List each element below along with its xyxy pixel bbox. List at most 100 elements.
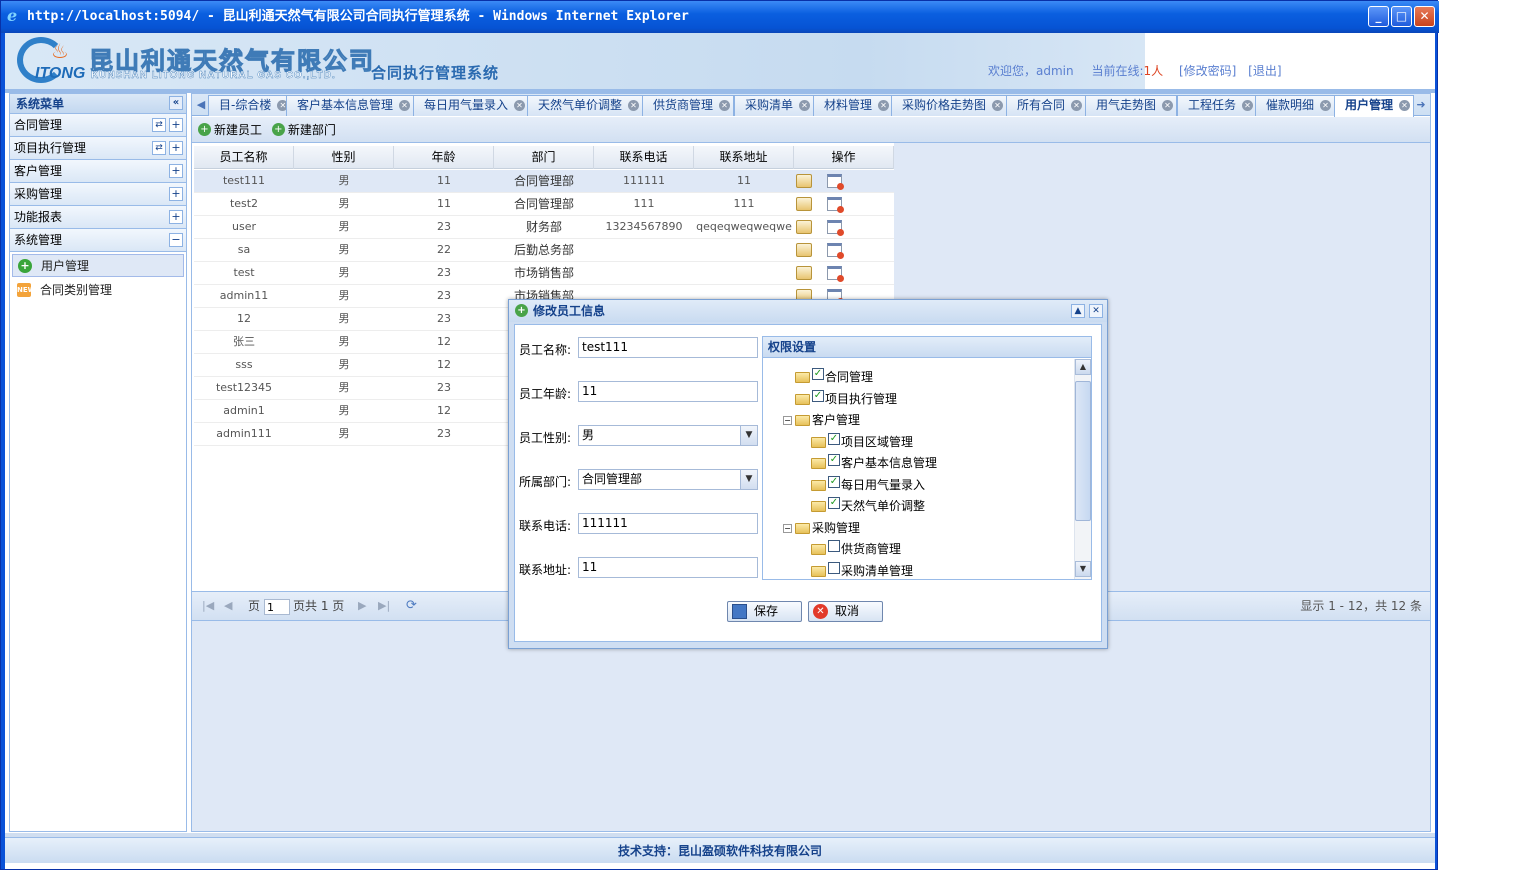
- tree-group-node[interactable]: − 客户管理: [783, 410, 860, 430]
- sidebar-group-reports[interactable]: 功能报表 +: [10, 206, 186, 229]
- sidebar-item-user-management[interactable]: + 用户管理: [12, 254, 184, 277]
- delete-icon[interactable]: [827, 220, 844, 236]
- column-header[interactable]: 操作: [794, 146, 894, 169]
- tab-scroll-right-icon[interactable]: ➜: [1414, 97, 1428, 113]
- tree-collapse-icon[interactable]: −: [783, 524, 792, 533]
- permission-checkbox[interactable]: ✓: [828, 475, 840, 488]
- tab-customer-info[interactable]: 客户基本信息管理 ✕: [286, 95, 415, 116]
- tab-close-icon[interactable]: ✕: [628, 100, 640, 111]
- permission-checkbox[interactable]: ✓: [828, 453, 840, 466]
- scroll-thumb[interactable]: [1075, 381, 1091, 521]
- delete-icon[interactable]: [827, 197, 844, 213]
- tree-node[interactable]: ✓ 天然气单价调整: [811, 496, 925, 516]
- tab-close-icon[interactable]: ✕: [719, 100, 731, 111]
- column-header[interactable]: 年龄: [394, 146, 494, 169]
- tab-gas-trend[interactable]: 用气走势图 ✕: [1085, 95, 1178, 116]
- minimize-button[interactable]: _: [1368, 6, 1389, 27]
- change-password-link[interactable]: [修改密码]: [1179, 64, 1236, 78]
- sidebar-item-contract-types[interactable]: NEW 合同类别管理: [12, 279, 184, 302]
- next-page-icon[interactable]: ▶: [358, 592, 366, 620]
- expand-icon[interactable]: +: [169, 164, 183, 178]
- refresh-icon[interactable]: ⇄: [152, 118, 166, 132]
- tab-close-icon[interactable]: ✕: [992, 100, 1004, 111]
- delete-icon[interactable]: [827, 243, 844, 259]
- address-input[interactable]: 11: [578, 557, 758, 578]
- tree-node[interactable]: ✓ 客户基本信息管理: [811, 453, 937, 473]
- sidebar-group-purchase[interactable]: 采购管理 +: [10, 183, 186, 206]
- scroll-down-icon[interactable]: ▼: [1075, 561, 1091, 577]
- first-page-icon[interactable]: |◀: [202, 592, 214, 620]
- sidebar-group-project[interactable]: 项目执行管理 ⇄ +: [10, 137, 186, 160]
- tab-all-contracts[interactable]: 所有合同 ✕: [1006, 95, 1087, 116]
- tab-purchase-list[interactable]: 采购清单 ✕: [734, 95, 815, 116]
- sidebar-group-contract[interactable]: 合同管理 ⇄ +: [10, 114, 186, 137]
- new-employee-button[interactable]: + 新建员工: [198, 117, 262, 143]
- tree-group-node[interactable]: − 采购管理: [783, 518, 860, 538]
- edit-icon[interactable]: [796, 243, 812, 257]
- tab-gas-price[interactable]: 天然气单价调整 ✕: [527, 95, 644, 116]
- sidebar-group-customer[interactable]: 客户管理 +: [10, 160, 186, 183]
- chevron-down-icon[interactable]: ▼: [740, 470, 757, 489]
- employee-age-input[interactable]: 11: [578, 381, 758, 402]
- tree-node[interactable]: ✓ 合同管理: [795, 367, 873, 387]
- dialog-title-bar[interactable]: + 修改员工信息 ▲ ✕: [509, 300, 1107, 322]
- edit-icon[interactable]: [796, 220, 812, 234]
- new-department-button[interactable]: + 新建部门: [271, 117, 336, 143]
- prev-page-icon[interactable]: ◀: [224, 592, 232, 620]
- logout-link[interactable]: [退出]: [1248, 64, 1281, 78]
- tab-materials[interactable]: 材料管理 ✕: [813, 95, 894, 116]
- tab-scroll-left-icon[interactable]: ◀: [194, 97, 208, 113]
- scrollbar[interactable]: ▲ ▼: [1074, 359, 1091, 579]
- table-row[interactable]: user 男 23 财务部 13234567890 qeqeqweqweqwe: [194, 216, 894, 239]
- permission-checkbox[interactable]: ✓: [812, 389, 824, 402]
- edit-icon[interactable]: [796, 174, 812, 188]
- expand-icon[interactable]: +: [169, 210, 183, 224]
- tree-collapse-icon[interactable]: −: [783, 416, 792, 425]
- tab-supplier[interactable]: 供货商管理 ✕: [642, 95, 735, 116]
- expand-icon[interactable]: +: [169, 141, 183, 155]
- column-header[interactable]: 部门: [494, 146, 594, 169]
- tab-price-trend[interactable]: 采购价格走势图 ✕: [891, 95, 1008, 116]
- tree-node[interactable]: ✓ 项目区域管理: [811, 432, 913, 452]
- collapse-icon[interactable]: −: [169, 233, 183, 247]
- sidebar-group-system[interactable]: 系统管理 −: [10, 229, 186, 252]
- tab-close-icon[interactable]: ✕: [1320, 100, 1332, 111]
- double-chevron-left-icon[interactable]: «: [169, 96, 183, 110]
- close-button[interactable]: ✕: [1414, 6, 1435, 27]
- chevron-down-icon[interactable]: ▼: [740, 426, 757, 445]
- last-page-icon[interactable]: ▶|: [378, 592, 390, 620]
- employee-name-input[interactable]: test111: [578, 337, 758, 358]
- tab-close-icon[interactable]: ✕: [1071, 100, 1083, 111]
- department-select[interactable]: 合同管理部 ▼: [578, 469, 758, 490]
- permission-checkbox[interactable]: [828, 539, 840, 552]
- scroll-up-icon[interactable]: ▲: [1075, 359, 1091, 375]
- tab-dunning[interactable]: 催款明细 ✕: [1255, 95, 1336, 116]
- delete-icon[interactable]: [827, 266, 844, 282]
- tab-close-icon[interactable]: ✕: [799, 100, 811, 111]
- edit-icon[interactable]: [796, 266, 812, 280]
- tab-close-icon[interactable]: ✕: [1162, 100, 1174, 111]
- collapse-up-icon[interactable]: ▲: [1071, 304, 1085, 318]
- tab-close-icon[interactable]: ✕: [399, 100, 411, 111]
- permission-checkbox[interactable]: ✓: [828, 496, 840, 509]
- tree-node[interactable]: ✓ 每日用气量录入: [811, 475, 925, 495]
- cancel-button[interactable]: ✕ 取消: [808, 601, 883, 622]
- column-header[interactable]: 员工名称: [194, 146, 294, 169]
- table-row[interactable]: test111 男 11 合同管理部 111111 11: [194, 170, 894, 193]
- tree-node[interactable]: ✓ 项目执行管理: [795, 389, 897, 409]
- tab-project-complex[interactable]: 目-综合楼 ✕: [208, 95, 293, 116]
- table-row[interactable]: test2 男 11 合同管理部 111 111: [194, 193, 894, 216]
- tab-close-icon[interactable]: ✕: [878, 100, 890, 111]
- tab-close-icon[interactable]: ✕: [514, 100, 526, 111]
- column-header[interactable]: 联系地址: [694, 146, 794, 169]
- tab-daily-gas[interactable]: 每日用气量录入 ✕: [413, 95, 530, 116]
- refresh-icon[interactable]: ⇄: [152, 141, 166, 155]
- dialog-close-icon[interactable]: ✕: [1089, 304, 1103, 318]
- tab-user-management[interactable]: 用户管理 ✕: [1334, 95, 1415, 117]
- maximize-button[interactable]: □: [1391, 6, 1412, 27]
- employee-gender-select[interactable]: 男 ▼: [578, 425, 758, 446]
- refresh-icon[interactable]: ⟳: [406, 592, 417, 620]
- tree-node[interactable]: 供货商管理: [811, 539, 901, 559]
- table-row[interactable]: sa 男 22 后勤总务部: [194, 239, 894, 262]
- save-button[interactable]: 保存: [727, 601, 802, 622]
